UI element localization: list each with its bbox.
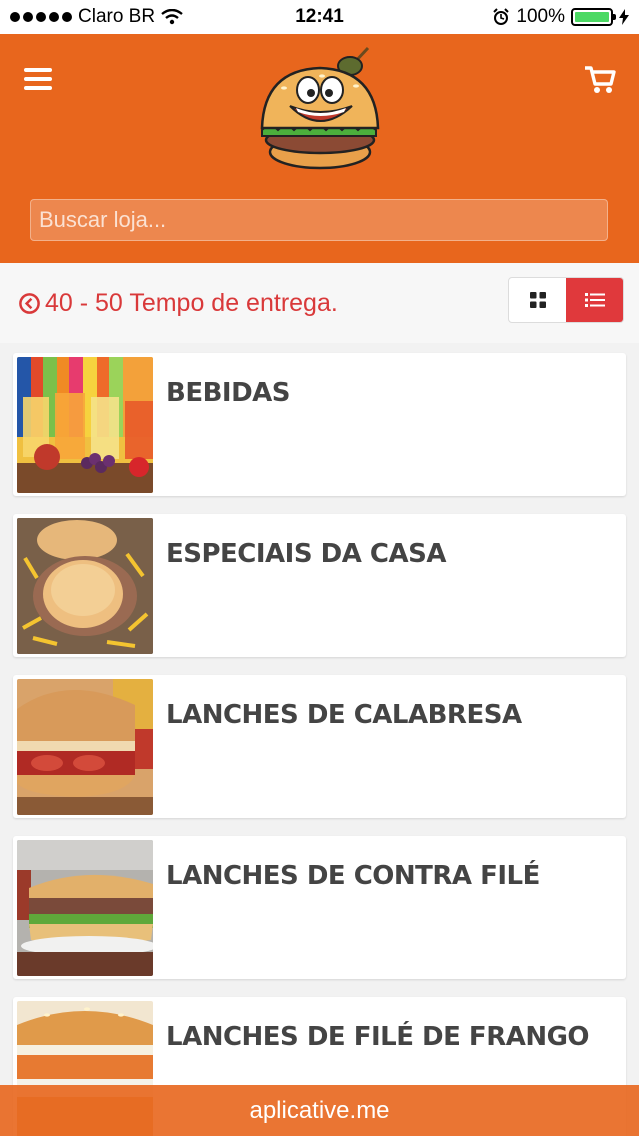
grid-view-button[interactable]	[509, 278, 566, 322]
category-card-lanches-de-contra-file[interactable]: LANCHES DE CONTRA FILÉ	[13, 836, 626, 979]
category-list: BEBIDAS ESPECIAIS DA CASA LANCHES DE CAL…	[13, 353, 626, 1136]
app-header	[0, 34, 639, 263]
charging-icon	[619, 9, 629, 25]
steak-sandwich-photo	[17, 840, 153, 976]
grid-icon	[529, 292, 546, 308]
category-title: ESPECIAIS DA CASA	[166, 539, 446, 569]
battery-icon	[571, 8, 616, 26]
delivery-time: 40 - 50 Tempo de entrega.	[18, 289, 338, 318]
category-card-especiais-da-casa[interactable]: ESPECIAIS DA CASA	[13, 514, 626, 657]
delivery-time-label: 40 - 50 Tempo de entrega.	[45, 289, 338, 317]
calabresa-sandwich-photo	[17, 679, 153, 815]
category-title: LANCHES DE CONTRA FILÉ	[166, 861, 540, 891]
alarm-icon	[493, 8, 510, 25]
fruit-juices-photo	[17, 357, 153, 493]
battery-percent: 100%	[516, 6, 565, 27]
category-title: LANCHES DE FILÉ DE FRANGO	[166, 1022, 590, 1052]
hamburger-menu-icon[interactable]	[24, 68, 52, 90]
status-right: 100%	[492, 6, 629, 28]
category-card-lanches-de-calabresa[interactable]: LANCHES DE CALABRESA	[13, 675, 626, 818]
info-bar: 40 - 50 Tempo de entrega.	[0, 263, 639, 343]
category-card-bebidas[interactable]: BEBIDAS	[13, 353, 626, 496]
view-toggle	[508, 277, 624, 323]
clock-icon	[19, 293, 40, 314]
list-icon	[584, 293, 605, 307]
category-title: BEBIDAS	[166, 378, 291, 408]
house-special-burgers-photo	[17, 518, 153, 654]
footer-brand: aplicative.me	[0, 1085, 639, 1136]
burger-mascot-logo	[260, 46, 380, 170]
status-bar: Claro BR 12:41 100%	[0, 0, 639, 34]
shopping-cart-icon[interactable]	[583, 62, 617, 96]
search-input[interactable]	[30, 199, 608, 241]
category-title: LANCHES DE CALABRESA	[166, 700, 522, 730]
list-view-button[interactable]	[566, 278, 623, 322]
